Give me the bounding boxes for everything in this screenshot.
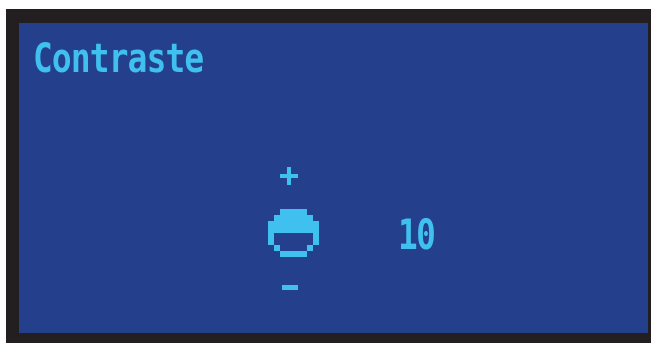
lcd-screen: Contraste 10 (19, 23, 648, 333)
decrease-button[interactable] (282, 285, 298, 291)
device-bezel: Contraste 10 (0, 0, 655, 343)
screen-title: Contraste (33, 36, 204, 82)
contrast-knob-icon[interactable] (268, 209, 319, 258)
increase-button[interactable] (280, 167, 298, 185)
contrast-value: 10 (398, 210, 436, 259)
